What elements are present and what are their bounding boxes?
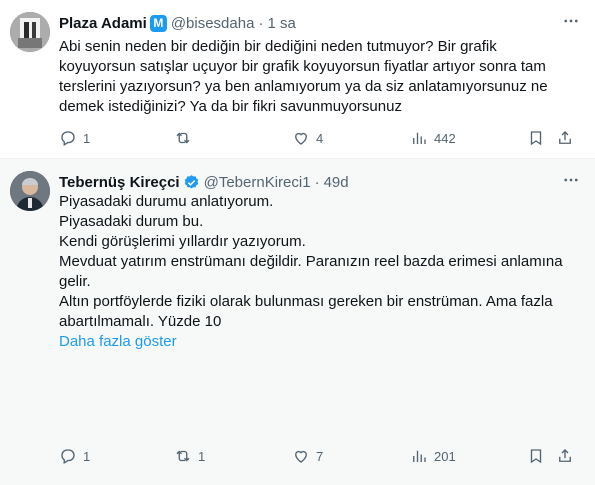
- avatar[interactable]: [10, 12, 50, 52]
- more-icon[interactable]: [561, 171, 581, 194]
- tweet-line: terslerini yazıyorsun? ya ben anlamıyoru…: [59, 78, 548, 95]
- reply-icon: [61, 449, 75, 464]
- tweet-line: Piyasadaki durum bu.: [59, 213, 204, 230]
- reply-icon: [61, 131, 75, 146]
- action-bar: 1 4 442: [59, 128, 579, 148]
- tweet-text: Piyasadaki durumu anlatıyorum. Piyasadak…: [59, 192, 581, 352]
- bookmark-button[interactable]: [527, 128, 545, 148]
- views-icon: [413, 450, 426, 462]
- like-icon: [295, 132, 307, 145]
- tweet-line: Altın portföylerde fiziki olarak bulunma…: [59, 293, 553, 310]
- tweet-line: gelir.: [59, 273, 91, 290]
- like-count: 4: [316, 130, 324, 146]
- tweet-header: Tebernüş Kireçci @TebernKireci1 · 49d: [59, 171, 349, 193]
- repost-button[interactable]: 1: [174, 446, 205, 466]
- repost-icon: [176, 450, 190, 462]
- verified-icon: [183, 174, 200, 191]
- tweet-line: demek istediğinizi? Ya da bir fikri savu…: [59, 98, 402, 115]
- avatar[interactable]: [10, 171, 50, 211]
- like-button[interactable]: 4: [292, 128, 323, 148]
- tweet-line: koyuyorsun satışlar uçuyor bir grafik ko…: [59, 58, 546, 75]
- m-badge-icon: M: [149, 14, 167, 32]
- user-handle[interactable]: @bisesdaha: [171, 15, 255, 32]
- tweet-line: Abi senin neden bir dediğin bir dediğini…: [59, 38, 497, 55]
- separator: ·: [314, 173, 320, 191]
- action-bar: 1 1 7 201: [59, 446, 579, 466]
- user-handle[interactable]: @TebernKireci1: [204, 174, 311, 191]
- tweet-line: Kendi görüşlerimi yıllardır yazıyorum.: [59, 233, 306, 250]
- bookmark-button[interactable]: [527, 446, 545, 466]
- like-icon: [295, 450, 307, 463]
- timestamp[interactable]: 49d: [324, 174, 349, 191]
- reply-count: 1: [83, 448, 91, 464]
- bookmark-icon: [530, 131, 542, 146]
- share-button[interactable]: [556, 128, 574, 148]
- tweet-header: Plaza Adami M @bisesdaha · 1 sa: [59, 12, 296, 34]
- tweet-line: Piyasadaki durumu anlatıyorum.: [59, 193, 274, 210]
- views-button[interactable]: 201: [410, 446, 456, 466]
- tweet-line: Mevduat yatırım enstrümanı değildir. Par…: [59, 253, 563, 270]
- reply-button[interactable]: 1: [59, 128, 90, 148]
- timestamp[interactable]: 1 sa: [267, 15, 295, 32]
- views-button[interactable]: 442: [410, 128, 456, 148]
- reply-button[interactable]: 1: [59, 446, 90, 466]
- show-more-link[interactable]: Daha fazla göster: [59, 332, 581, 352]
- bookmark-icon: [530, 449, 542, 464]
- repost-count: 1: [198, 448, 206, 464]
- views-count: 442: [434, 130, 456, 146]
- display-name[interactable]: Plaza Adami: [59, 15, 147, 32]
- share-button[interactable]: [556, 446, 574, 466]
- display-name[interactable]: Tebernüş Kireçci: [59, 174, 180, 191]
- views-count: 201: [434, 448, 456, 464]
- like-button[interactable]: 7: [292, 446, 323, 466]
- separator: ·: [258, 14, 264, 32]
- tweet-reply[interactable]: Tebernüş Kireçci @TebernKireci1 · 49d Pi…: [0, 159, 595, 485]
- tweet-line: abartılmamalı. Yüzde 10: [59, 313, 222, 330]
- repost-button[interactable]: [174, 128, 198, 148]
- reply-count: 1: [83, 130, 91, 146]
- views-icon: [413, 132, 426, 144]
- like-count: 7: [316, 448, 324, 464]
- more-icon[interactable]: [561, 12, 581, 35]
- repost-icon: [176, 132, 190, 144]
- tweet-text: Abi senin neden bir dediğin bir dediğini…: [59, 37, 581, 117]
- tweet-parent[interactable]: Plaza Adami M @bisesdaha · 1 sa Abi seni…: [0, 0, 595, 159]
- share-icon: [559, 449, 571, 462]
- share-icon: [559, 131, 571, 144]
